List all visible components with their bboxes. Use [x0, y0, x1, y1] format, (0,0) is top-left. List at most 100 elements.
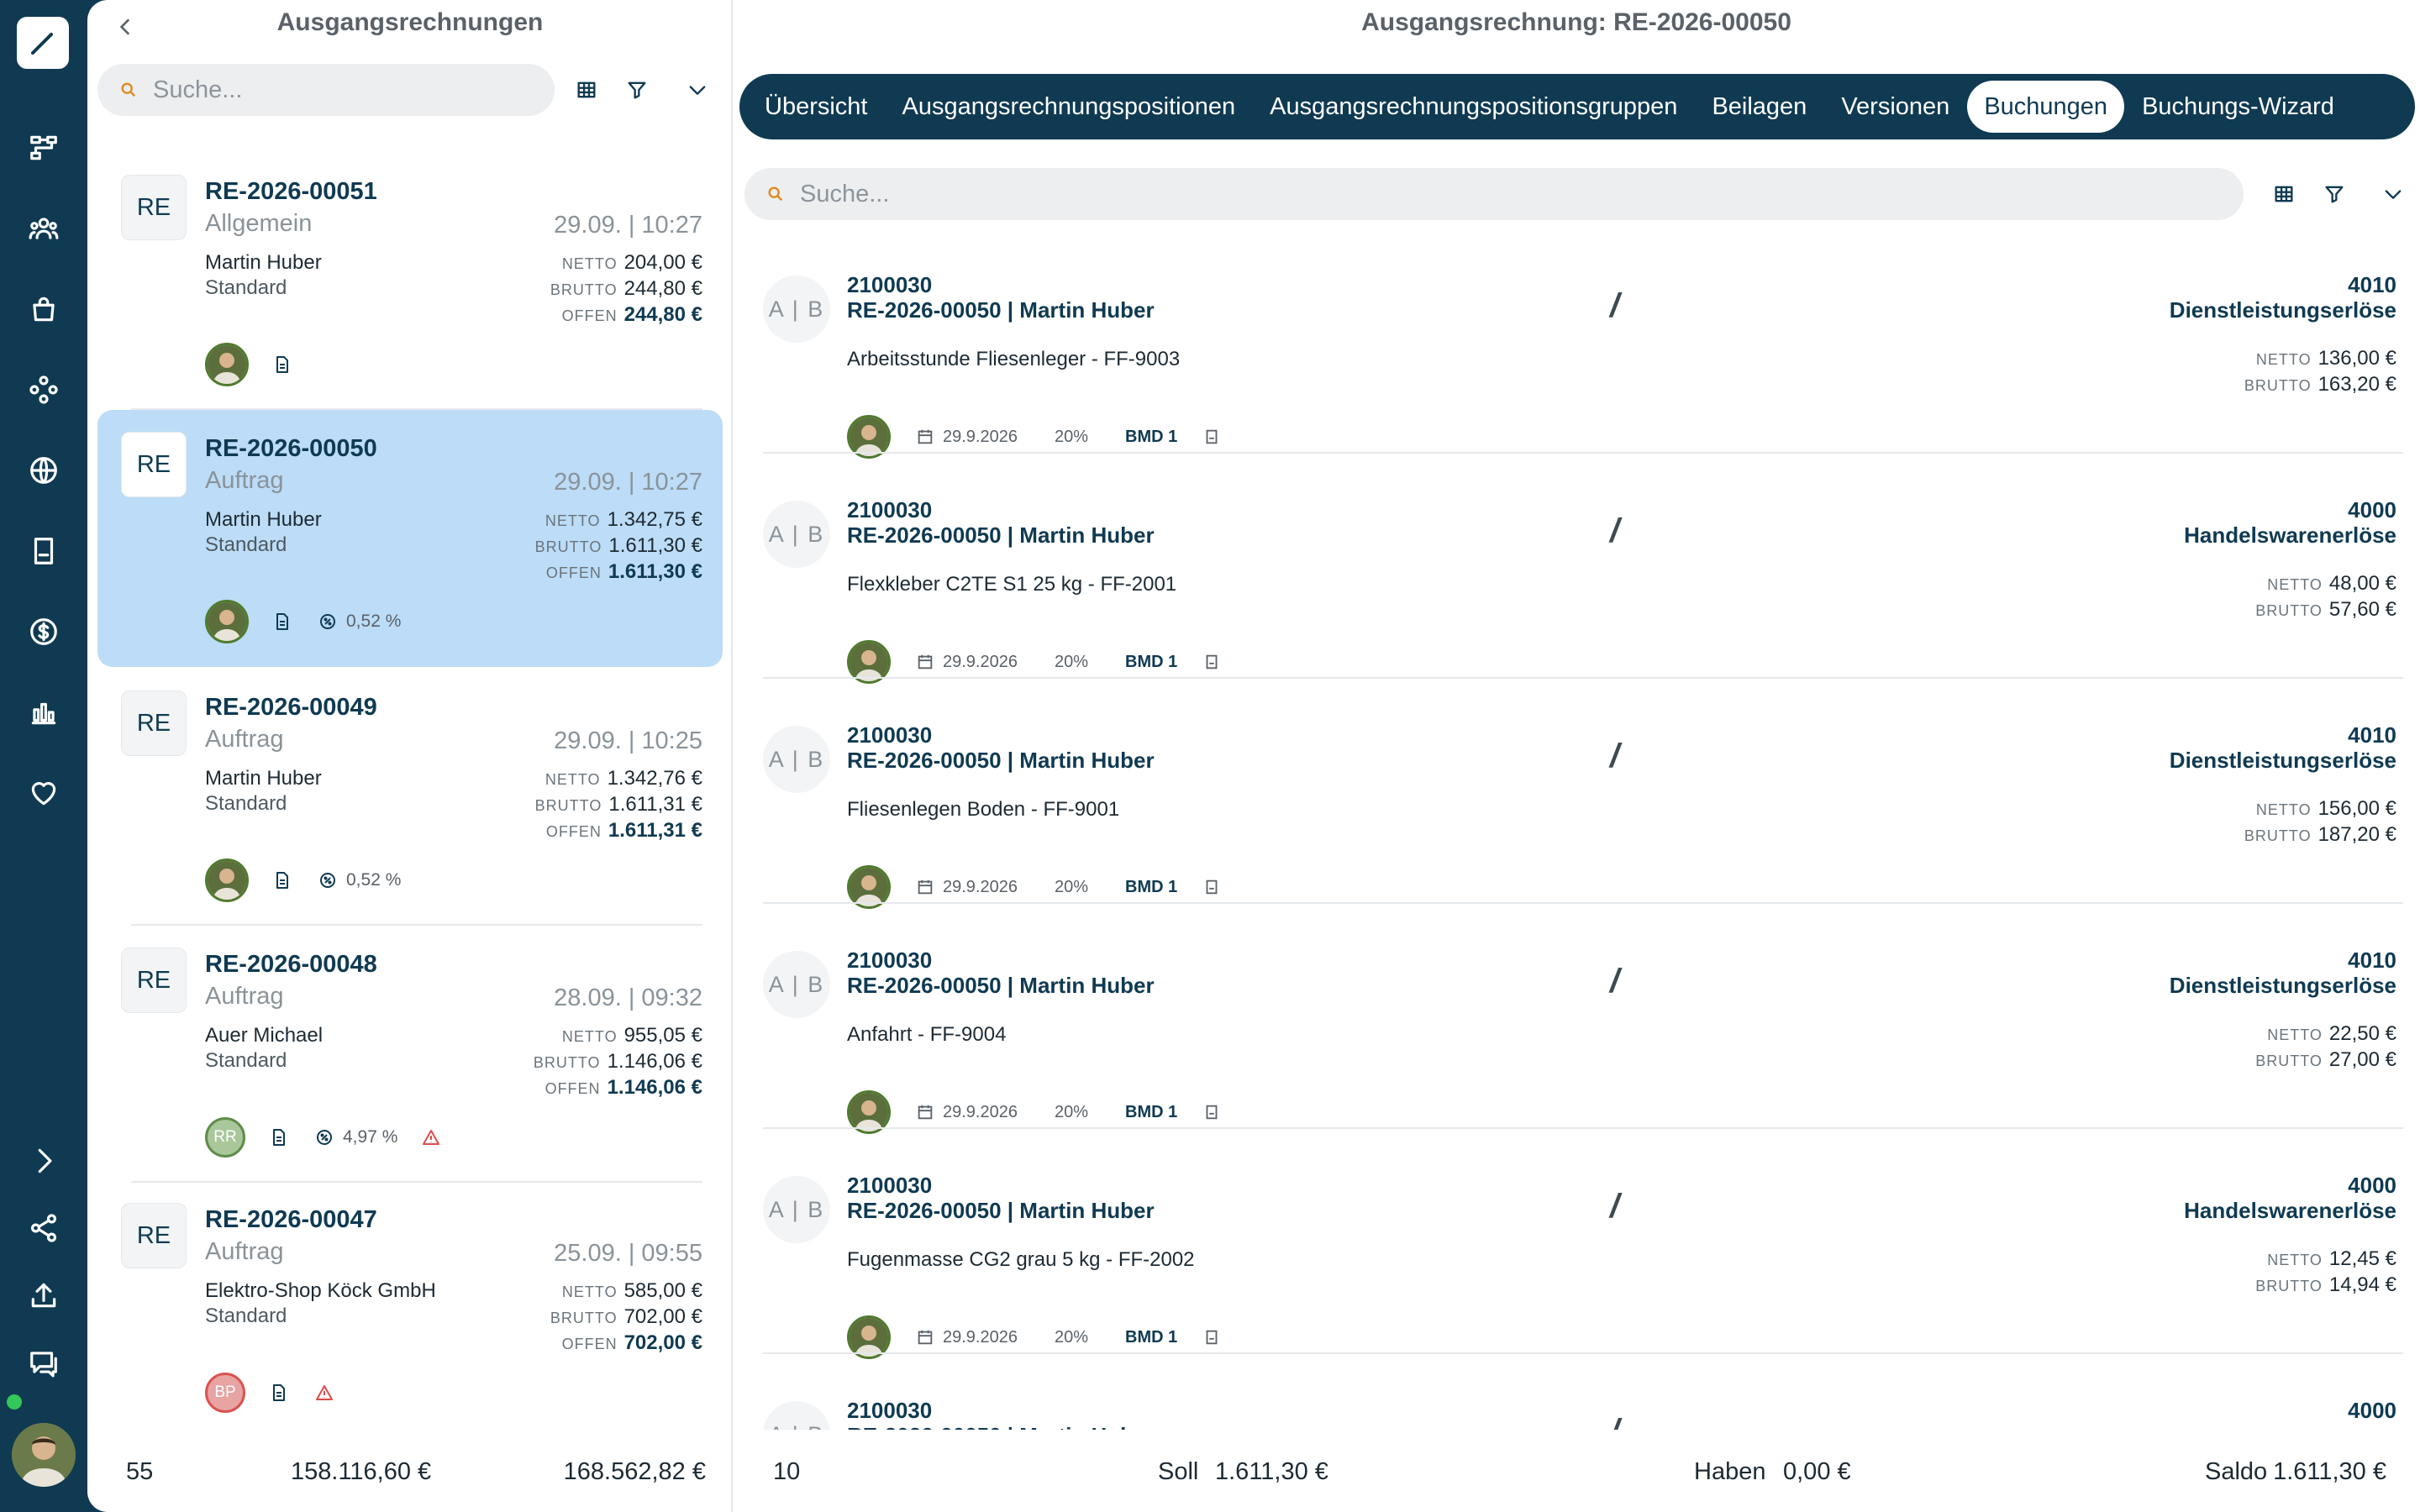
- expand-chevron-icon[interactable]: [22, 1139, 66, 1183]
- booking-row[interactable]: A | B 2100030RE-2026-00050 | Martin Hube…: [763, 1129, 2403, 1359]
- invoice-card[interactable]: RE RE-2026-00048 Auftrag 28.09. | 09:32 …: [97, 926, 723, 1183]
- netto-value: 22,50 €: [2328, 1022, 2396, 1045]
- booking-date: 29.9.2026: [943, 1102, 1018, 1121]
- booking-reference: RE-2026-00050 | Martin Huber: [847, 1423, 1155, 1430]
- warning-icon: [313, 1381, 336, 1404]
- invoice-card[interactable]: RE RE-2026-00047 Auftrag 25.09. | 09:55 …: [97, 1181, 723, 1438]
- booking-row[interactable]: A | B 2100030RE-2026-00050 | Martin Hube…: [763, 228, 2403, 459]
- booking-row[interactable]: A | B 2100030RE-2026-00050 | Martin Hube…: [763, 679, 2403, 909]
- invoice-type-badge: RE: [121, 432, 187, 497]
- invoice-card[interactable]: RE RE-2026-00051 Allgemein 29.09. | 10:2…: [97, 153, 723, 410]
- invoice-card-selected[interactable]: RE RE-2026-00050 Auftrag 29.09. | 10:27 …: [97, 410, 723, 667]
- booking-ab-badge: A | B: [763, 276, 830, 343]
- tax-rate: 20%: [1054, 427, 1089, 446]
- discount-value: 4,97 %: [343, 1127, 398, 1147]
- invoice-list-footer: 55 158.116,60 € 168.562,82 €: [87, 1446, 733, 1497]
- panel-title: Ausgangsrechnungen: [276, 8, 544, 36]
- booking-description: Fliesenlegen Boden - FF-9001: [847, 798, 1120, 821]
- document-icon[interactable]: [271, 869, 294, 892]
- brutto-value: 14,94 €: [2328, 1273, 2396, 1296]
- booking-date: 29.9.2026: [943, 427, 1018, 446]
- invoice-footer: RR 4,97 %: [205, 1116, 443, 1159]
- offen-label: OFFEN: [561, 307, 618, 324]
- tab-positionen[interactable]: Ausgangsrechnungspositionen: [886, 81, 1253, 133]
- booking-account: 2100030RE-2026-00050 | Martin Huber: [847, 1398, 1155, 1430]
- users-icon[interactable]: [22, 207, 66, 250]
- booking-row-clip: A | B 2100030RE-2026-00050 | Martin Hube…: [733, 1354, 2420, 1430]
- booking-account: 2100030RE-2026-00050 | Martin Huber: [847, 948, 1155, 998]
- offen-label: OFFEN: [544, 1080, 601, 1097]
- modules-icon[interactable]: [22, 368, 66, 412]
- document-icon[interactable]: [271, 353, 294, 376]
- offen-value: 244,80 €: [623, 303, 702, 326]
- bmd-code: BMD 1: [1125, 1327, 1178, 1347]
- booking-search[interactable]: [744, 168, 2244, 220]
- gl-account: 4000 Handelswarenerlöse: [2184, 1173, 2396, 1223]
- tab-positionsgruppen[interactable]: Ausgangsrechnungspositionsgruppen: [1253, 81, 1694, 133]
- book-icon[interactable]: [22, 529, 66, 573]
- booking-separator: /: [1610, 1188, 1620, 1225]
- globe-icon[interactable]: [22, 449, 66, 492]
- bar-chart-icon[interactable]: [22, 690, 66, 734]
- receipt-icon[interactable]: [1202, 653, 1221, 671]
- filter-button[interactable]: [618, 71, 655, 108]
- receipt-icon[interactable]: [1202, 428, 1221, 446]
- booking-row[interactable]: A | B 2100030RE-2026-00050 | Martin Hube…: [763, 1354, 2403, 1430]
- booking-separator: /: [1610, 1413, 1619, 1430]
- tab-beilagen[interactable]: Beilagen: [1695, 81, 1823, 133]
- customer-name: Elektro-Shop Köck GmbH: [205, 1279, 436, 1302]
- table-view-button[interactable]: [2265, 176, 2302, 213]
- invoice-type-badge: RE: [121, 690, 187, 756]
- document-icon[interactable]: [267, 1126, 291, 1149]
- share-icon[interactable]: [22, 1206, 66, 1250]
- upload-icon[interactable]: [22, 1273, 66, 1317]
- invoice-footer: 0,52 %: [205, 600, 401, 643]
- document-icon[interactable]: [267, 1381, 291, 1404]
- booking-search-input[interactable]: [800, 180, 1982, 208]
- calendar-icon: [916, 428, 934, 446]
- gl-account: 4000: [2348, 1398, 2396, 1423]
- gl-account-number: 4010: [2348, 272, 2396, 297]
- heart-icon[interactable]: [22, 771, 66, 815]
- expand-options-button[interactable]: [2375, 176, 2412, 213]
- calendar-icon: [916, 878, 934, 896]
- booking-row[interactable]: A | B 2100030RE-2026-00050 | Martin Hube…: [763, 904, 2403, 1134]
- tab-versionen[interactable]: Versionen: [1824, 81, 1966, 133]
- document-icon[interactable]: [271, 610, 294, 633]
- invoice-footer: BP: [205, 1371, 336, 1415]
- shopping-bag-icon[interactable]: [22, 287, 66, 331]
- owner-avatar: [205, 858, 249, 902]
- tab-uebersicht[interactable]: Übersicht: [748, 81, 885, 133]
- receipt-icon[interactable]: [1202, 1103, 1221, 1121]
- invoice-search-input[interactable]: [153, 76, 502, 104]
- app-logo[interactable]: [17, 17, 69, 69]
- netto-label: NETTO: [561, 1284, 618, 1300]
- table-view-button[interactable]: [568, 71, 605, 108]
- chevron-down-icon: [2385, 190, 2402, 199]
- search-icon: [768, 186, 783, 202]
- booking-amounts: NETTO 22,50 € BRUTTO 27,00 €: [2255, 1021, 2396, 1074]
- calendar-icon: [916, 1328, 934, 1347]
- tab-buchungen[interactable]: Buchungen: [1967, 81, 2125, 133]
- user-avatar[interactable]: [12, 1423, 76, 1487]
- expand-options-button[interactable]: [679, 71, 716, 108]
- brutto-value: 187,20 €: [2317, 823, 2396, 846]
- tax-rate: 20%: [1054, 652, 1089, 671]
- dollar-icon[interactable]: [22, 610, 66, 654]
- invoice-search[interactable]: [97, 64, 555, 116]
- brush-icon: [31, 33, 53, 55]
- receipt-icon[interactable]: [1202, 878, 1221, 896]
- invoice-date: 29.09. | 10:25: [554, 727, 702, 754]
- booking-row[interactable]: A | B 2100030RE-2026-00050 | Martin Hube…: [763, 454, 2403, 684]
- account-number: 2100030: [847, 272, 933, 297]
- workflow-icon[interactable]: [22, 126, 66, 170]
- calendar-icon: [916, 653, 934, 671]
- invoice-card[interactable]: RE RE-2026-00049 Auftrag 29.09. | 10:25 …: [97, 669, 723, 926]
- tab-buchungs-wizard[interactable]: Buchungs-Wizard: [2125, 81, 2351, 133]
- filter-button[interactable]: [2316, 176, 2353, 213]
- chat-icon[interactable]: [22, 1341, 66, 1384]
- discount-badge-icon: [316, 610, 339, 633]
- receipt-icon[interactable]: [1202, 1328, 1221, 1347]
- gl-account-name: Dienstleistungserlöse: [2169, 973, 2396, 998]
- haben-value: 0,00 €: [1783, 1458, 1851, 1485]
